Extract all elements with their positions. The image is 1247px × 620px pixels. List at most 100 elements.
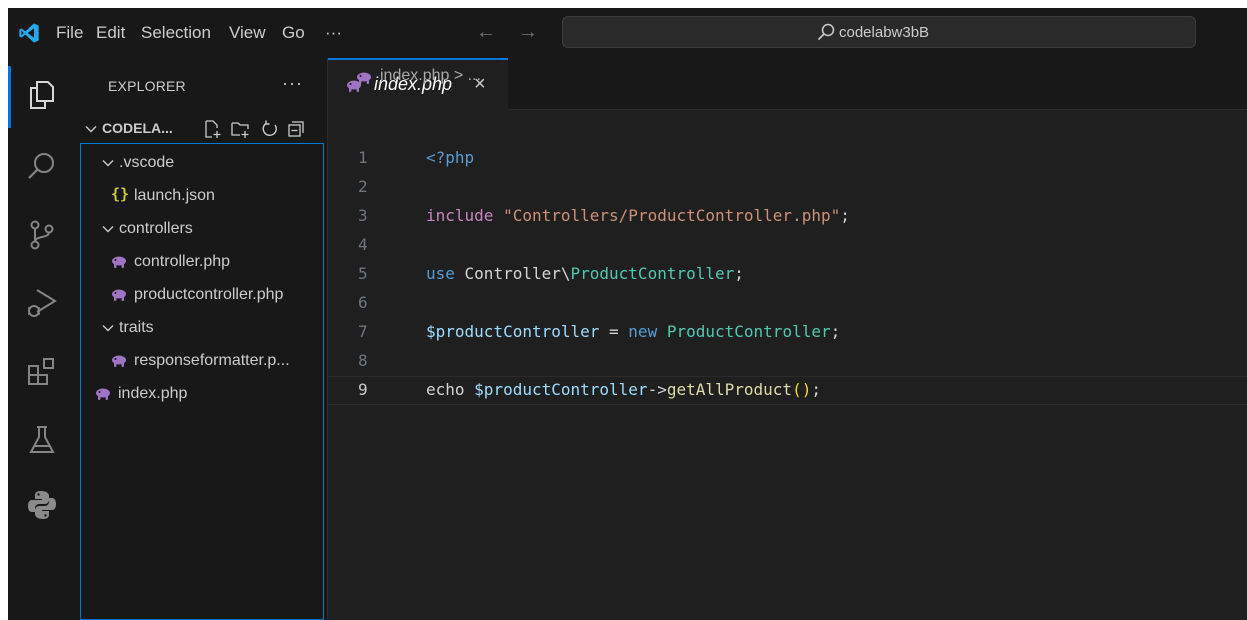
line-number: 4 — [358, 235, 368, 254]
chevron-down-icon — [102, 226, 114, 233]
testing-icon[interactable] — [25, 423, 59, 457]
search-icon[interactable] — [25, 150, 59, 184]
code-line[interactable]: 7 $productController = new ProductControl… — [328, 318, 1247, 347]
code-line[interactable]: 4 — [328, 231, 1247, 260]
explorer-title: EXPLORER — [108, 78, 186, 94]
code-token: = — [599, 322, 629, 341]
code-token: ; — [840, 206, 850, 225]
run-debug-icon[interactable] — [25, 286, 59, 320]
tree-item-controller-php[interactable]: controller.php — [81, 247, 323, 277]
collapse-all-icon[interactable] — [286, 119, 306, 139]
code-token: -> — [647, 380, 667, 399]
active-indicator — [8, 66, 11, 128]
code-token: use — [426, 264, 455, 283]
code-line[interactable]: 9 echo $productController->getAllProduct(… — [328, 376, 1247, 405]
line-number: 6 — [358, 293, 368, 312]
code-token: ; — [734, 264, 744, 283]
explorer-more-actions[interactable]: ··· — [282, 73, 303, 94]
chevron-down-icon — [102, 160, 114, 167]
tree-item-label: index.php — [118, 385, 188, 402]
code-line[interactable]: 3 include "Controllers/ProductController.… — [328, 202, 1247, 231]
php-file-icon — [111, 254, 127, 270]
command-center-search[interactable]: codelabw3bB — [562, 16, 1196, 48]
code-token: $productController — [426, 322, 600, 341]
line-number: 5 — [358, 264, 368, 283]
code-token: echo — [426, 380, 475, 399]
source-control-icon[interactable] — [25, 218, 59, 252]
chevron-down-icon — [85, 126, 97, 133]
menu-selection[interactable]: Selection — [141, 22, 211, 44]
code-line[interactable]: 2 — [328, 173, 1247, 202]
code-token: new — [628, 322, 658, 341]
tree-item-vscode[interactable]: .vscode — [81, 148, 323, 178]
python-icon[interactable] — [25, 488, 59, 522]
tree-item-index-php[interactable]: index.php — [81, 379, 323, 409]
activity-bar — [8, 58, 78, 620]
chevron-down-icon — [102, 325, 114, 332]
code-line[interactable]: 8 — [328, 347, 1247, 376]
extensions-icon[interactable] — [25, 356, 59, 390]
tree-item-label: traits — [119, 319, 154, 336]
code-token: ; — [830, 322, 841, 341]
workspace-label: CODELA... — [102, 120, 173, 136]
menu-more[interactable]: ··· — [325, 22, 342, 44]
code-line[interactable]: 6 — [328, 289, 1247, 318]
code-token: ProductController — [666, 322, 831, 341]
explorer-sidebar: EXPLORER ··· CODELA... .vscode {} launch.j… — [78, 58, 328, 620]
code-text: use Controller\ProductController; — [426, 264, 744, 284]
code-token: () — [792, 380, 812, 399]
menu-go[interactable]: Go — [282, 22, 305, 44]
search-icon — [817, 23, 835, 41]
search-text: codelabw3bB — [839, 24, 930, 41]
menu-view[interactable]: View — [229, 22, 266, 44]
menu-file[interactable]: File — [56, 22, 83, 44]
tree-item-label: productcontroller.php — [134, 286, 284, 303]
code-token: $productController — [474, 380, 648, 399]
line-number: 8 — [358, 351, 368, 370]
explorer-icon[interactable] — [25, 78, 59, 112]
line-number: 3 — [358, 206, 368, 225]
tree-item-controllers[interactable]: controllers — [81, 214, 323, 244]
line-number: 9 — [358, 380, 368, 399]
code-token: <?php — [426, 148, 475, 167]
tree-item-traits[interactable]: traits — [81, 313, 323, 343]
code-token: Controller\ — [454, 264, 571, 283]
code-text: echo $productController->getAllProduct()… — [426, 380, 821, 400]
tree-item-responseformatter-p[interactable]: responseformatter.p... — [81, 346, 323, 376]
tree-item-label: controllers — [119, 220, 193, 237]
line-number: 7 — [358, 322, 368, 341]
tree-item-label: responseformatter.p... — [134, 352, 290, 369]
code-line[interactable]: 1 <?php — [328, 144, 1247, 173]
new-folder-icon[interactable] — [230, 119, 250, 139]
tree-item-launch-json[interactable]: {} launch.json — [81, 181, 323, 211]
code-token: ; — [811, 380, 821, 399]
vscode-logo-icon — [19, 23, 39, 43]
code-token: "Controllers/ProductController.php" — [503, 206, 841, 225]
code-token: include — [426, 206, 494, 225]
line-number: 1 — [358, 148, 368, 167]
forward-arrow-icon[interactable]: → — [518, 21, 538, 43]
tree-item-productcontroller-php[interactable]: productcontroller.php — [81, 280, 323, 310]
new-file-icon[interactable] — [202, 119, 222, 139]
code-token: getAllProduct — [666, 380, 793, 399]
code-editor[interactable]: 1 <?php 2 3 include "Controllers/ProductCont… — [328, 144, 1247, 620]
line-number: 2 — [358, 177, 368, 196]
breadcrumb-text: index.php > ... — [380, 67, 481, 84]
menu-edit[interactable]: Edit — [96, 22, 125, 44]
json-file-icon: {} — [111, 185, 130, 203]
refresh-icon[interactable] — [260, 119, 280, 139]
php-file-icon — [111, 287, 127, 303]
code-token: ProductController — [570, 264, 735, 283]
code-line[interactable]: 5 use Controller\ProductController; — [328, 260, 1247, 289]
php-file-icon — [111, 353, 127, 369]
back-arrow-icon[interactable]: ← — [476, 21, 496, 43]
title-bar: File Edit Selection View Go ··· ← → code… — [8, 8, 1247, 58]
tree-item-label: controller.php — [134, 253, 231, 270]
tree-item-label: .vscode — [119, 154, 175, 171]
code-text: include "Controllers/ProductController.p… — [426, 206, 850, 226]
code-text: <?php — [426, 148, 474, 168]
php-file-icon — [95, 386, 111, 402]
code-text: $productController = new ProductControll… — [426, 322, 840, 342]
